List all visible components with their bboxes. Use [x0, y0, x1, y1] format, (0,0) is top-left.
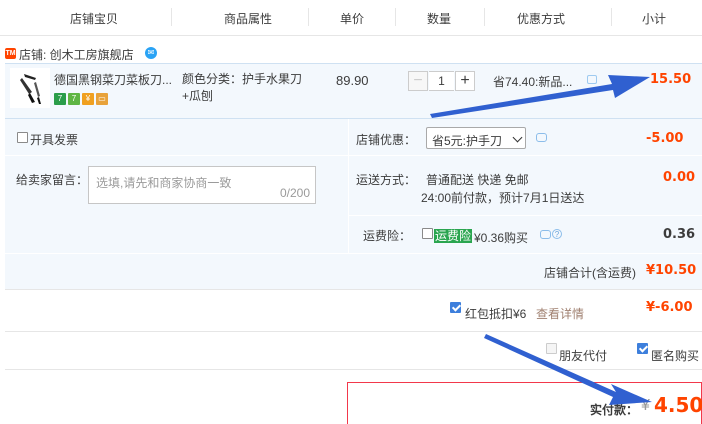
attr-line: +瓜刨: [182, 89, 214, 103]
pay-currency: ¥: [641, 397, 650, 414]
header-item: 店铺宝贝: [70, 12, 119, 26]
pay-label: 实付款：: [590, 403, 639, 417]
qty-input[interactable]: 1: [429, 71, 454, 91]
cart-item-row: 德国黑钢菜刀菜板刀... 7 7 ¥ ▭ 颜色分类：护手水果刀 +瓜刨 89.90 −…: [5, 63, 702, 119]
card-icon: ▭: [96, 93, 108, 105]
row-divider: [5, 155, 702, 156]
chat-bubble-icon[interactable]: [536, 133, 547, 142]
row-divider: [5, 253, 702, 254]
chevron-down-icon: [512, 132, 523, 143]
friend-pay-label: 朋友代付: [559, 349, 608, 363]
help-icon[interactable]: ?: [552, 229, 562, 239]
shop-discount-label: 店铺优惠：: [356, 133, 417, 147]
anonymous-label: 匿名购买: [651, 349, 700, 363]
promo-text: 省74.40:新品...: [493, 75, 573, 89]
message-label: 给卖家留言：: [16, 173, 89, 187]
service-badges: 7 7 ¥ ▭: [54, 93, 110, 105]
section-divider: [5, 369, 702, 370]
insurance-option: 运费险: [434, 227, 473, 244]
yen-icon: ¥: [82, 93, 94, 105]
cart-header: 店铺宝贝 商品属性 单价 数量 优惠方式 小计: [0, 0, 702, 36]
item-subtotal: 15.50: [650, 72, 692, 87]
row-divider: [349, 215, 702, 216]
shipping-amount: 0.00: [663, 170, 696, 185]
header-divider: [484, 8, 485, 26]
redpack-details-link[interactable]: 查看详情: [536, 305, 584, 322]
shop-row: TM 店铺: 创木工房旗舰店 ✉: [0, 44, 400, 62]
header-qty: 数量: [427, 12, 452, 26]
header-subtotal: 小计: [642, 12, 667, 26]
invoice-label: 开具发票: [30, 133, 79, 147]
insurance-tag: 运费险: [434, 229, 473, 243]
header-price: 单价: [340, 12, 365, 26]
seven-day-icon: 7: [68, 93, 80, 105]
shipping-method: 普通配送 快递 免邮: [426, 173, 529, 187]
shop-name[interactable]: 店铺: 创木工房旗舰店: [19, 46, 134, 63]
quantity-stepper: − 1 +: [408, 71, 476, 93]
header-attr: 商品属性: [224, 12, 273, 26]
message-counter: 0/200: [279, 186, 310, 200]
header-divider: [611, 8, 612, 26]
section-divider: [5, 331, 702, 332]
message-placeholder: 选填,请先和商家协商一致: [96, 176, 232, 190]
shop-discount-amount: -5.00: [646, 131, 684, 146]
pay-amount: 4.50: [654, 393, 702, 417]
shop-total-amount: ¥10.50: [646, 263, 697, 278]
shop-discount-value: 省5元:护手刀: [432, 134, 503, 148]
shipping-label: 运送方式：: [356, 173, 417, 187]
redpack-label: 红包抵扣¥6: [465, 307, 527, 321]
header-divider: [171, 8, 172, 26]
header-divider: [308, 8, 309, 26]
knife-icon: [20, 74, 41, 104]
qty-decrease-button[interactable]: −: [408, 71, 428, 91]
attr-line: 颜色分类：护手水果刀: [182, 72, 303, 86]
shop-discount-select[interactable]: 省5元:护手刀: [426, 127, 526, 149]
chat-icon[interactable]: ✉: [145, 47, 157, 59]
section-divider: [5, 289, 702, 290]
redpack-checkbox[interactable]: [450, 302, 461, 313]
insurance-label: 运费险：: [363, 229, 412, 243]
insurance-checkbox[interactable]: [422, 228, 433, 239]
header-promo: 优惠方式: [517, 12, 566, 26]
qty-increase-button[interactable]: +: [455, 71, 475, 91]
header-divider: [395, 8, 396, 26]
chat-bubble-icon[interactable]: [587, 75, 597, 84]
anonymous-checkbox[interactable]: [637, 343, 648, 354]
seven-day-return-icon: 7: [54, 93, 66, 105]
invoice-checkbox[interactable]: [17, 132, 28, 143]
tmall-icon: TM: [5, 48, 16, 59]
shop-total-label: 店铺合计(含运费): [544, 266, 636, 280]
redpack-amount: ¥-6.00: [646, 300, 693, 315]
product-thumbnail[interactable]: [10, 68, 50, 108]
payment-summary: 实付款： ¥ 4.50: [347, 382, 702, 424]
panel-divider: [348, 119, 349, 253]
product-attributes: 颜色分类：护手水果刀 +瓜刨: [182, 71, 302, 105]
order-options-panel: 开具发票 店铺优惠： 省5元:护手刀 -5.00 给卖家留言： 选填,请先和商家…: [5, 119, 702, 289]
insurance-price: ¥0.36购买: [474, 231, 529, 245]
unit-price: 89.90: [336, 73, 369, 88]
product-title[interactable]: 德国黑钢菜刀菜板刀...: [54, 71, 179, 88]
chat-bubble-icon[interactable]: [540, 230, 551, 239]
insurance-amount: 0.36: [663, 227, 696, 242]
message-textarea[interactable]: 选填,请先和商家协商一致 0/200: [88, 166, 316, 204]
shipping-eta: 24:00前付款，预计7月1日送达: [421, 191, 585, 205]
friend-pay-checkbox[interactable]: [546, 343, 557, 354]
